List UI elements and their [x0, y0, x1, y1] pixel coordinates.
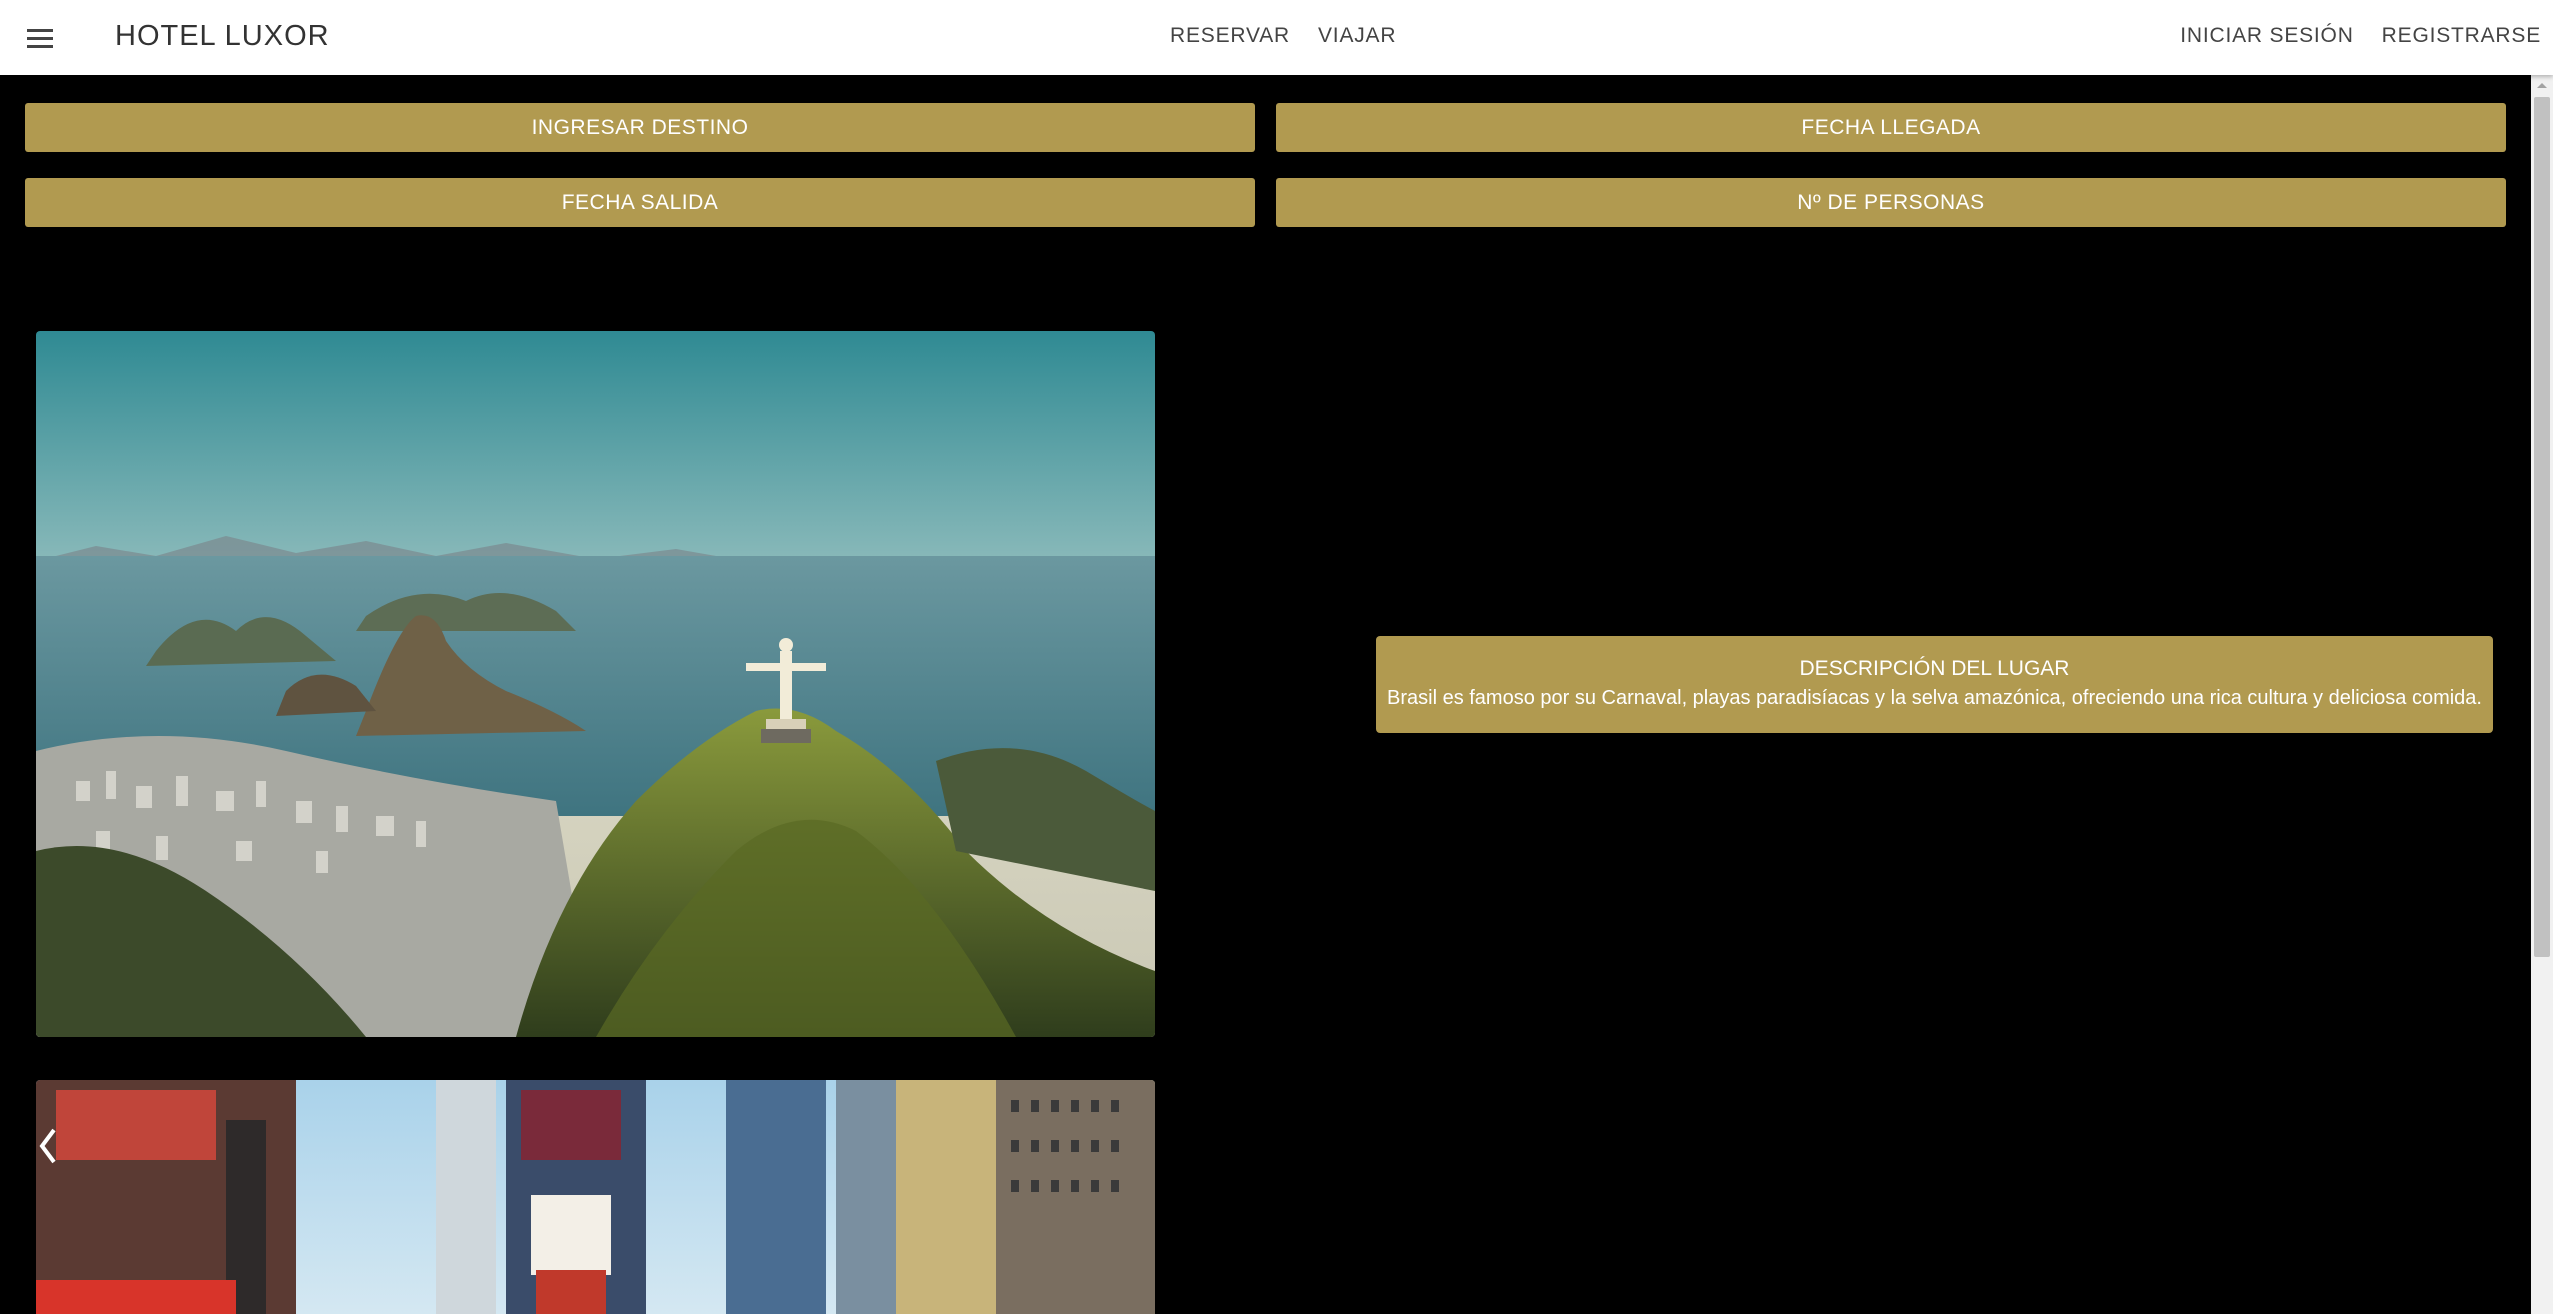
departure-date-button[interactable]: FECHA SALIDA — [25, 178, 1255, 227]
destination-image-rio[interactable] — [36, 331, 1155, 1037]
chevron-up-icon — [2537, 83, 2547, 88]
login-link[interactable]: INICIAR SESIÓN — [2180, 22, 2353, 50]
main-nav: RESERVAR VIAJAR — [1170, 22, 1396, 50]
chevron-left-icon — [39, 1128, 56, 1164]
description-title: DESCRIPCIÓN DEL LUGAR — [1799, 657, 2070, 680]
brand-title[interactable]: HOTEL LUXOR — [115, 18, 330, 54]
place-description-card: DESCRIPCIÓN DEL LUGAR Brasil es famoso p… — [1376, 636, 2493, 733]
destination-image-new-york[interactable] — [36, 1080, 1155, 1314]
arrival-date-button[interactable]: FECHA LLEGADA — [1276, 103, 2506, 152]
guests-button[interactable]: Nº DE PERSONAS — [1276, 178, 2506, 227]
destination-button[interactable]: INGRESAR DESTINO — [25, 103, 1255, 152]
app-bar: HOTEL LUXOR RESERVAR VIAJAR INICIAR SESI… — [0, 0, 2553, 75]
nav-link-viajar[interactable]: VIAJAR — [1318, 22, 1396, 50]
nav-link-reservar[interactable]: RESERVAR — [1170, 22, 1290, 50]
menu-button[interactable] — [22, 20, 58, 56]
vertical-scrollbar[interactable] — [2531, 75, 2553, 1314]
page: HOTEL LUXOR RESERVAR VIAJAR INICIAR SESI… — [0, 0, 2553, 1314]
account-nav: INICIAR SESIÓN REGISTRARSE — [2180, 22, 2541, 50]
carousel-prev-button[interactable] — [36, 1126, 60, 1166]
scroll-up-button[interactable] — [2531, 75, 2553, 95]
register-link[interactable]: REGISTRARSE — [2382, 22, 2541, 50]
booking-form: INGRESAR DESTINO FECHA LLEGADA FECHA SAL… — [25, 103, 2506, 227]
description-text: Brasil es famoso por su Carnaval, playas… — [1387, 687, 2482, 709]
scrollbar-thumb[interactable] — [2534, 97, 2550, 957]
menu-icon — [27, 29, 53, 48]
